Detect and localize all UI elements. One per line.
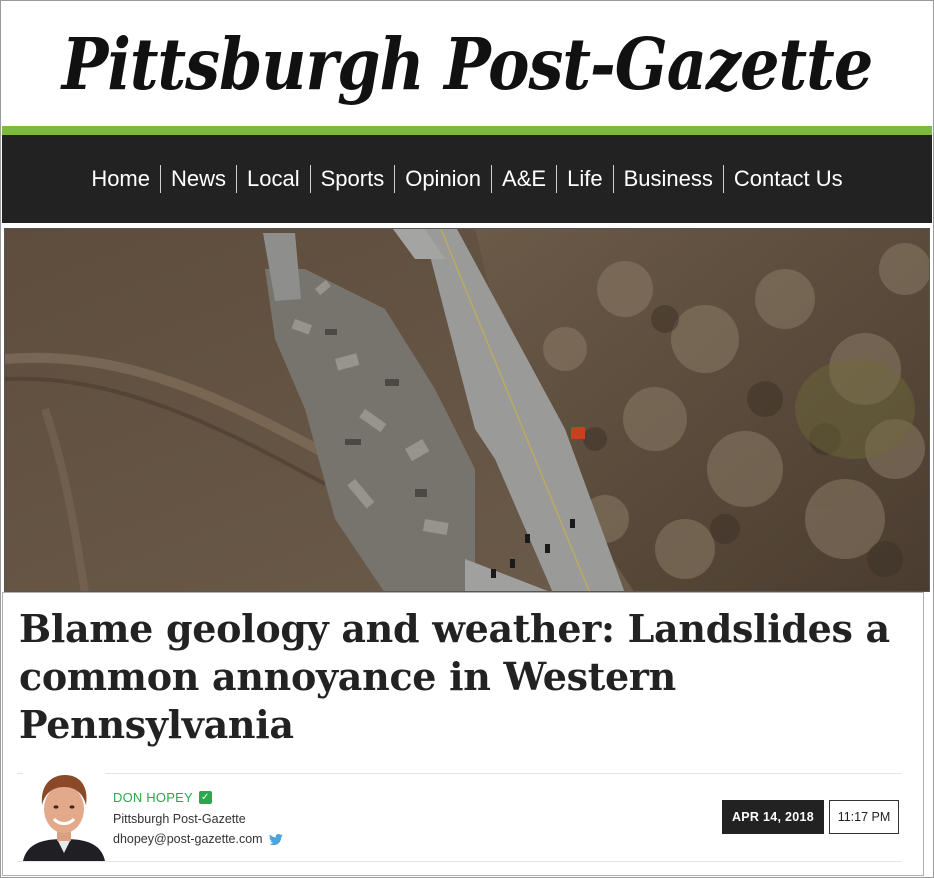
article-headline: Blame geology and weather: Landslides a … <box>19 606 890 747</box>
landslide-aerial-photo <box>4 228 930 592</box>
verified-check-icon: ✓ <box>198 791 212 804</box>
nav-ae[interactable]: A&E <box>492 165 556 193</box>
photo-illustration <box>5 229 929 591</box>
nav-sports[interactable]: Sports <box>311 165 395 193</box>
byline-divider <box>17 773 901 774</box>
author-email[interactable]: dhopey@post-gazette.com <box>113 832 263 846</box>
nav-news[interactable]: News <box>161 165 236 193</box>
nav-contact-us[interactable]: Contact Us <box>724 165 853 193</box>
author-name[interactable]: DON HOPEY ✓ <box>113 790 212 805</box>
publish-date-badge: APR 14, 2018 <box>722 800 824 834</box>
nav-business[interactable]: Business <box>614 165 723 193</box>
main-nav: Home News Local Sports Opinion A&E Life … <box>2 135 932 223</box>
publish-time-badge: 11:17 PM <box>829 800 899 834</box>
author-email-row: dhopey@post-gazette.com <box>113 832 283 846</box>
nav-opinion[interactable]: Opinion <box>395 165 491 193</box>
author-name-text[interactable]: DON HOPEY <box>113 790 193 805</box>
byline-divider-bottom <box>17 861 901 862</box>
nav-local[interactable]: Local <box>237 165 310 193</box>
author-portrait <box>23 769 105 861</box>
twitter-bird-icon[interactable] <box>268 833 283 845</box>
nav-life[interactable]: Life <box>557 165 612 193</box>
article-header: Blame geology and weather: Landslides a … <box>2 592 924 876</box>
nav-home[interactable]: Home <box>81 165 160 193</box>
masthead: Pittsburgh Post-Gazette <box>2 2 932 126</box>
author-avatar[interactable] <box>23 769 105 861</box>
site-logo[interactable]: Pittsburgh Post-Gazette <box>62 22 874 106</box>
accent-bar <box>2 126 932 135</box>
author-organization: Pittsburgh Post-Gazette <box>113 812 246 826</box>
